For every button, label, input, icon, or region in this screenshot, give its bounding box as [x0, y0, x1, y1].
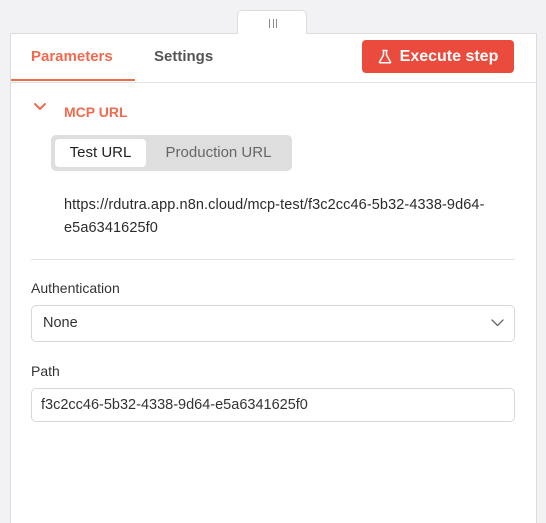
tab-parameters[interactable]: Parameters: [31, 48, 113, 65]
tab-settings[interactable]: Settings: [154, 48, 213, 65]
url-type-toggle: Test URL Production URL: [51, 135, 292, 171]
production-url-option[interactable]: Production URL: [152, 139, 285, 167]
flask-icon: [378, 49, 391, 64]
active-tab-indicator: [11, 79, 135, 81]
node-parameters-panel: Parameters Settings Execute step MCP URL…: [10, 33, 537, 523]
path-input[interactable]: [31, 388, 515, 422]
authentication-select[interactable]: None: [31, 305, 515, 342]
authentication-label: Authentication: [31, 280, 120, 296]
panel-tabs: Parameters Settings Execute step: [11, 34, 536, 83]
chevron-down-icon[interactable]: [33, 102, 47, 112]
test-url-option[interactable]: Test URL: [55, 139, 146, 167]
section-divider: [31, 259, 515, 260]
mcp-url-value[interactable]: https://rdutra.app.n8n.cloud/mcp-test/f3…: [64, 194, 514, 240]
panel-resize-handle[interactable]: [237, 10, 307, 34]
execute-step-label: Execute step: [399, 47, 499, 65]
authentication-select-value: None: [43, 315, 78, 331]
execute-step-button[interactable]: Execute step: [362, 40, 514, 73]
section-title-mcp-url[interactable]: MCP URL: [64, 104, 128, 120]
chevron-down-icon: [491, 319, 504, 327]
grip-icon: [269, 19, 277, 28]
path-label: Path: [31, 363, 60, 379]
